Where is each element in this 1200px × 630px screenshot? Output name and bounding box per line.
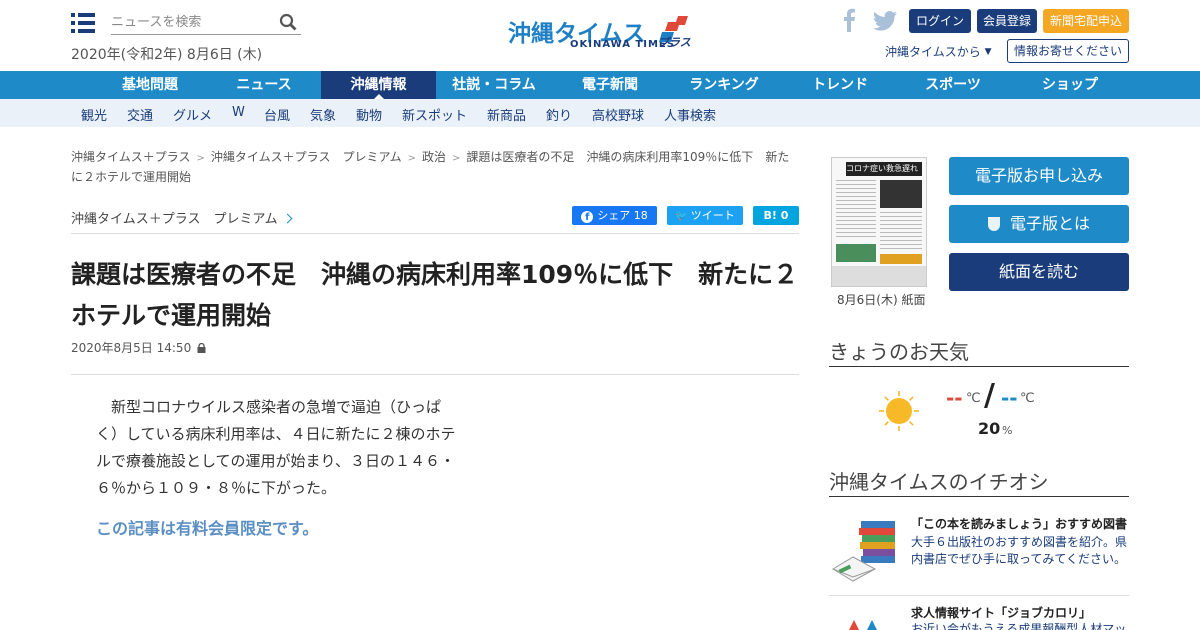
article-body: 新型コロナウイルス感染者の急増で逼迫（ひっぱく）している病床利用率は、４日に新た… xyxy=(96,398,456,497)
subnav-item-fishing[interactable]: 釣り xyxy=(546,105,572,124)
article-title: 課題は医療者の不足 沖縄の病床利用率109％に低下 新たに２ホテルで運用開始 xyxy=(71,260,799,330)
temp-unit: ℃ xyxy=(1020,391,1035,406)
article-datetime: 2020年8月5日 14:50 xyxy=(71,341,192,355)
lock-icon xyxy=(197,343,206,353)
login-button[interactable]: ログイン xyxy=(909,9,971,33)
subnav-item-hs-baseball[interactable]: 高校野球 xyxy=(592,105,644,124)
breadcrumb-sep: > xyxy=(196,153,205,164)
search-icon[interactable] xyxy=(279,13,297,31)
main-nav: 基地問題 ニュース 沖縄情報 社説・コラム 電子新聞 ランキング トレンド スポ… xyxy=(0,71,1200,99)
from-times-dropdown[interactable]: 沖縄タイムスから ▼ xyxy=(885,43,992,60)
twitter-share-button[interactable]: 🐦 ツイート xyxy=(667,206,743,225)
newspaper-thumbnail[interactable]: コロナ症い救急遅れ xyxy=(831,157,927,287)
shield-icon xyxy=(987,217,1000,231)
subnav-item-gourmet[interactable]: グルメ xyxy=(173,105,212,124)
subnav-item-w[interactable]: W xyxy=(232,105,245,120)
weather-heading: きょうのお天気 xyxy=(829,340,969,364)
paper-text-block xyxy=(836,180,876,240)
divider xyxy=(829,595,1129,596)
digital-subscribe-button[interactable]: 電子版お申し込み xyxy=(949,157,1129,195)
nav-item-e-paper[interactable]: 電子新聞 xyxy=(568,71,652,99)
nav-item-okinawa-info[interactable]: 沖縄情報 xyxy=(321,71,436,99)
sub-nav: 観光 交通 グルメ W 台風 気象 動物 新スポット 新商品 釣り 高校野球 人… xyxy=(0,99,1200,127)
subnav-item-typhoon[interactable]: 台風 xyxy=(264,105,290,124)
subnav-item-weather[interactable]: 気象 xyxy=(310,105,336,124)
recommend-item-title[interactable]: 求人情報サイト「ジョブカロリ」 xyxy=(911,604,1091,621)
current-date: 2020年(令和2年) 8月6日 (木) xyxy=(71,47,263,63)
breadcrumb-link[interactable]: 沖縄タイムス＋プラス xyxy=(71,150,191,164)
temp-unit: ℃ xyxy=(966,391,981,406)
nav-item-trend[interactable]: トレンド xyxy=(800,71,880,99)
hatena-bookmark-button[interactable]: B! 0 xyxy=(753,206,799,225)
nav-item-shop[interactable]: ショップ xyxy=(1030,71,1110,99)
nav-item-editorial[interactable]: 社説・コラム xyxy=(446,71,542,99)
paper-caption: 8月6日(木) 紙面 xyxy=(837,293,926,307)
nav-item-base[interactable]: 基地問題 xyxy=(106,71,194,99)
temp-separator: / xyxy=(984,378,995,413)
facebook-icon[interactable] xyxy=(842,8,856,32)
delivery-signup-button[interactable]: 新聞宅配申込 xyxy=(1043,9,1129,33)
twitter-icon[interactable] xyxy=(872,11,898,31)
subnav-item-new-product[interactable]: 新商品 xyxy=(487,105,526,124)
sun-icon xyxy=(879,391,919,431)
paper-headline: コロナ症い救急遅れ xyxy=(846,162,922,176)
recommend-heading: 沖縄タイムスのイチオシ xyxy=(829,470,1049,494)
search-input[interactable] xyxy=(111,10,271,34)
paper-text-block xyxy=(880,180,922,208)
temp-low: -- xyxy=(1001,386,1018,410)
breadcrumb-sep: > xyxy=(452,153,461,164)
recommend-item-desc[interactable]: お近い会がもうえる成果報酬型人材マッ xyxy=(911,621,1129,630)
breadcrumb-link[interactable]: 沖縄タイムス＋プラス プレミアム xyxy=(211,150,402,164)
chevron-right-icon xyxy=(282,213,293,224)
job-site-logo[interactable] xyxy=(840,610,888,630)
nav-item-ranking[interactable]: ランキング xyxy=(682,71,766,99)
books-icon[interactable] xyxy=(831,517,899,583)
divider xyxy=(829,366,1129,367)
register-button[interactable]: 会員登録 xyxy=(977,9,1037,33)
twitter-icon: 🐦 xyxy=(675,211,688,222)
send-tip-button[interactable]: 情報お寄せください xyxy=(1007,39,1129,63)
search-box[interactable] xyxy=(111,10,301,35)
recommend-item-desc[interactable]: 大手６出版社のおすすめ図書を紹介。県内書店でぜひ手に取ってみてください。 xyxy=(911,534,1129,568)
subnav-item-tourism[interactable]: 観光 xyxy=(81,105,107,124)
divider xyxy=(71,233,799,234)
subnav-item-animals[interactable]: 動物 xyxy=(356,105,382,124)
logo-plus-text: プラス xyxy=(658,36,691,49)
divider xyxy=(829,496,1129,497)
facebook-share-button[interactable]: f シェア 18 xyxy=(572,206,657,225)
breadcrumb-sep: > xyxy=(407,153,416,164)
recommend-item-title[interactable]: 「この本を読みましょう」おすすめ図書 xyxy=(911,515,1127,532)
caret-down-icon: ▼ xyxy=(984,47,992,57)
subnav-item-personnel[interactable]: 人事検索 xyxy=(664,105,716,124)
nav-item-sports[interactable]: スポーツ xyxy=(912,71,994,99)
paper-text-block xyxy=(836,244,876,262)
facebook-icon: f xyxy=(581,211,594,223)
breadcrumb-link[interactable]: 政治 xyxy=(422,150,446,164)
site-logo[interactable]: 沖縄タイムス OKINAWA TIMES プラス xyxy=(508,12,694,52)
paper-text-block xyxy=(880,254,922,264)
read-paper-button[interactable]: 紙面を読む xyxy=(949,253,1129,291)
menu-icon[interactable] xyxy=(71,13,95,33)
divider xyxy=(71,374,799,375)
subnav-item-traffic[interactable]: 交通 xyxy=(127,105,153,124)
paper-text-block xyxy=(880,212,922,252)
paper-footer xyxy=(832,266,926,286)
paywall-notice[interactable]: この記事は有料会員限定です。 xyxy=(96,515,318,539)
precipitation-chance: 20 xyxy=(978,419,1001,438)
breadcrumb: 沖縄タイムス＋プラス > 沖縄タイムス＋プラス プレミアム > 政治 > 課題は医療者の不足… xyxy=(71,148,799,186)
article-meta: 2020年8月5日 14:50 xyxy=(71,339,206,356)
about-digital-button[interactable]: 電子版とは xyxy=(949,205,1129,243)
subnav-item-new-spot[interactable]: 新スポット xyxy=(402,105,467,124)
temp-high: -- xyxy=(946,386,963,410)
nav-item-news[interactable]: ニュース xyxy=(221,71,307,99)
precipitation-unit: % xyxy=(1002,424,1013,437)
article-category[interactable]: 沖縄タイムス＋プラス プレミアム xyxy=(71,208,293,227)
